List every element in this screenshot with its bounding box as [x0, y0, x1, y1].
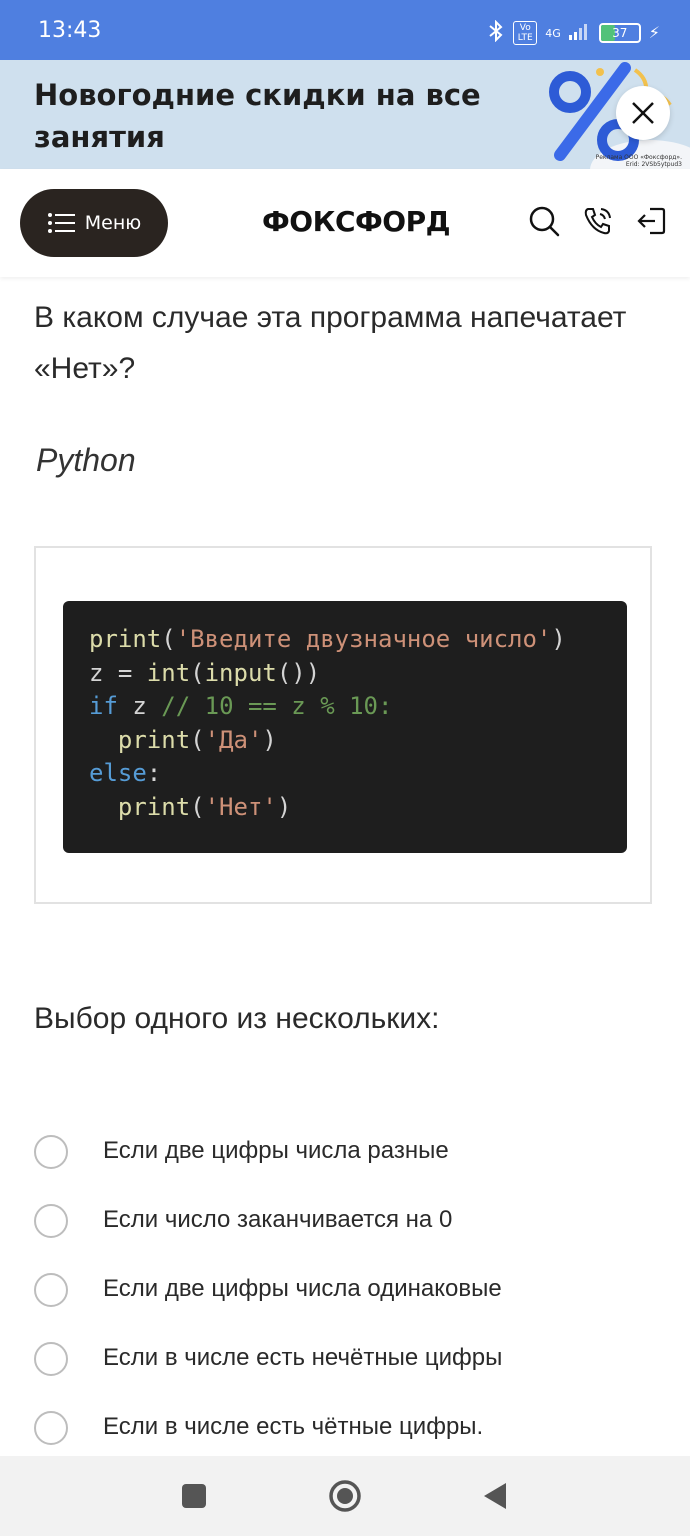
- network-label: 4G: [545, 26, 561, 40]
- menu-label: Меню: [84, 212, 142, 234]
- status-icons: Vo LTE 4G 37 ⚡: [487, 19, 660, 46]
- answer-label[interactable]: Если число заканчивается на 0: [103, 1206, 452, 1234]
- menu-button[interactable]: Меню: [20, 189, 168, 257]
- code-language-label: Python: [36, 442, 136, 478]
- answer-option[interactable]: Если в числе есть нечётные цифры: [34, 1342, 654, 1382]
- bluetooth-icon: [487, 19, 505, 46]
- answer-option[interactable]: Если две цифры числа разные: [34, 1135, 654, 1175]
- recent-apps-icon[interactable]: [178, 1480, 210, 1512]
- battery-icon: 37: [598, 23, 641, 43]
- volte-icon: Vo LTE: [513, 21, 538, 45]
- code-line: print('Нет'): [117, 792, 292, 821]
- code-line: print('Введите двузначное число'): [89, 625, 566, 653]
- answer-label[interactable]: Если две цифры числа разные: [103, 1137, 449, 1165]
- site-header: Меню ФОКСФОРД: [0, 169, 690, 277]
- list-menu-icon: [47, 213, 75, 233]
- code-line: z = int(input()): [89, 658, 321, 687]
- promo-banner[interactable]: Новогодние скидки на все занятия Реклама…: [0, 60, 690, 169]
- radio-button[interactable]: [34, 1273, 68, 1307]
- battery-level: 37: [612, 26, 628, 40]
- close-icon: [632, 102, 654, 124]
- code-string: 'Введите двузначное число': [175, 625, 552, 653]
- promo-close-button[interactable]: [616, 86, 670, 140]
- radio-button[interactable]: [34, 1204, 68, 1238]
- home-icon[interactable]: [328, 1479, 362, 1513]
- radio-button[interactable]: [34, 1342, 68, 1376]
- answer-option[interactable]: Если число заканчивается на 0: [34, 1204, 654, 1244]
- search-icon[interactable]: [528, 205, 560, 237]
- choice-header: Выбор одного из нескольких:: [34, 1002, 440, 1035]
- answer-option[interactable]: Если две цифры числа одинаковые: [34, 1273, 654, 1313]
- radio-button[interactable]: [34, 1135, 68, 1169]
- code-block: print('Введите двузначное число') z = int…: [63, 601, 627, 853]
- code-line: print('Да'): [117, 725, 277, 754]
- login-icon[interactable]: [636, 205, 668, 237]
- code-line: if z // 10 == z % 10:: [89, 692, 393, 721]
- promo-title: Новогодние скидки на все занятия: [34, 78, 481, 154]
- answer-label[interactable]: Если две цифры числа одинаковые: [103, 1275, 502, 1303]
- radio-button[interactable]: [34, 1411, 68, 1445]
- answer-option[interactable]: Если в числе есть чётные цифры.: [34, 1411, 654, 1451]
- promo-legal-text: Реклама ООО «Фоксфорд». Erid: 2VSb5ytpud…: [595, 154, 682, 168]
- answer-label[interactable]: Если в числе есть чётные цифры.: [103, 1413, 483, 1441]
- question-text: В каком случае эта программа напечатает …: [34, 301, 627, 385]
- site-logo[interactable]: ФОКСФОРД: [262, 205, 451, 238]
- back-icon[interactable]: [480, 1480, 512, 1512]
- phone-icon[interactable]: [582, 205, 614, 237]
- system-nav-bar: [0, 1456, 690, 1536]
- answer-label[interactable]: Если в числе есть нечётные цифры: [103, 1344, 502, 1372]
- charging-icon: ⚡: [648, 25, 660, 42]
- code-line: else:: [89, 759, 162, 788]
- signal-icon: [568, 22, 591, 45]
- status-time: 13:43: [38, 18, 102, 43]
- status-bar: 13:43 Vo LTE 4G 37 ⚡: [0, 0, 690, 60]
